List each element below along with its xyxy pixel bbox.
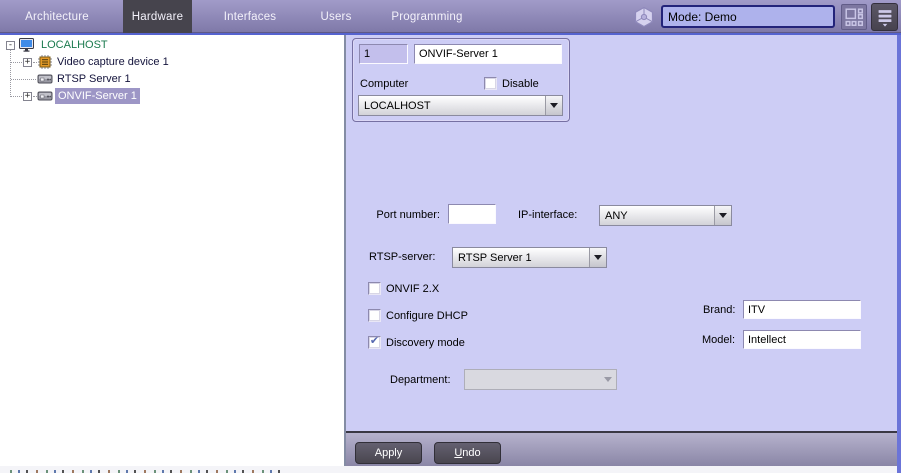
dropdown-arrow-button[interactable] [545, 96, 562, 115]
main-menu-bar: Architecture Hardware Interfaces Users P… [0, 0, 901, 33]
department-label: Department: [390, 374, 451, 386]
object-tree-panel: - LOCALHOST + Video capture device 1 [0, 35, 344, 466]
object-id-field[interactable] [359, 44, 408, 64]
configure-dhcp-label: Configure DHCP [386, 310, 468, 322]
ip-interface-value: ANY [600, 210, 714, 222]
tab-architecture[interactable]: Architecture [12, 0, 102, 33]
computer-label: Computer [360, 78, 408, 90]
tab-programming[interactable]: Programming [387, 0, 467, 33]
menu-button[interactable] [871, 3, 898, 31]
check-icon: ✔ [370, 336, 379, 347]
model-field[interactable] [743, 330, 861, 349]
expander-video-capture[interactable]: + [23, 58, 32, 67]
dropdown-arrow-button[interactable] [589, 248, 606, 267]
chevron-down-icon [604, 377, 612, 386]
settings-hex-icon[interactable] [632, 5, 656, 29]
rtsp-server-label: RTSP-server: [369, 251, 435, 263]
brand-field[interactable] [743, 300, 861, 319]
object-name-field[interactable] [414, 44, 562, 64]
chevron-down-icon [719, 213, 727, 222]
window-right-border [897, 35, 901, 473]
onvif2x-checkbox[interactable] [368, 282, 381, 295]
dropdown-arrow-button[interactable] [714, 206, 731, 225]
discovery-mode-checkbox[interactable]: ✔ [368, 336, 381, 349]
tree-item-video-capture-device[interactable]: Video capture device 1 [57, 54, 169, 70]
computer-icon [19, 37, 35, 53]
tree-connector [11, 62, 22, 63]
ip-interface-label: IP-interface: [518, 209, 577, 221]
port-number-label: Port number: [370, 209, 440, 221]
computer-dropdown[interactable]: LOCALHOST [358, 95, 563, 116]
computer-dropdown-value: LOCALHOST [359, 100, 545, 112]
settings-panel: Computer Disable LOCALHOST Port number: … [346, 35, 897, 466]
action-bar: Apply Undo [346, 431, 897, 466]
intellect-window: Architecture Hardware Interfaces Users P… [0, 0, 901, 473]
menu-icon [874, 6, 896, 28]
layout-grid-button[interactable] [841, 4, 867, 30]
server-icon [37, 71, 53, 87]
tab-hardware[interactable]: Hardware [123, 0, 192, 33]
department-dropdown [464, 369, 617, 390]
undo-button[interactable]: Undo [434, 442, 501, 464]
layout-grid-icon [843, 6, 865, 28]
disable-checkbox[interactable] [484, 77, 497, 90]
expander-onvif-server[interactable]: + [23, 92, 32, 101]
server-icon [37, 88, 53, 104]
disable-label: Disable [502, 78, 539, 90]
tree-item-rtsp-server[interactable]: RTSP Server 1 [57, 71, 131, 87]
apply-button[interactable]: Apply [355, 442, 422, 464]
mode-field[interactable] [661, 5, 835, 28]
undo-button-rest: ndo [462, 447, 480, 459]
undo-button-initial: U [454, 447, 462, 459]
discovery-mode-label: Discovery mode [386, 337, 465, 349]
expander-localhost[interactable]: - [6, 41, 15, 50]
tree-connector [11, 79, 36, 80]
chevron-down-icon [594, 255, 602, 264]
configure-dhcp-checkbox[interactable] [368, 309, 381, 322]
tab-users[interactable]: Users [312, 0, 360, 33]
rtsp-server-dropdown[interactable]: RTSP Server 1 [452, 247, 607, 268]
model-label: Model: [702, 334, 735, 346]
tree-connector [10, 49, 11, 97]
rtsp-server-value: RTSP Server 1 [453, 252, 589, 264]
brand-label: Brand: [703, 304, 735, 316]
capture-card-icon [37, 54, 53, 70]
tree-item-onvif-server[interactable]: ONVIF-Server 1 [55, 88, 140, 104]
ip-interface-dropdown[interactable]: ANY [599, 205, 732, 226]
tree-item-localhost[interactable]: LOCALHOST [41, 37, 108, 53]
tree-connector [11, 96, 22, 97]
chevron-down-icon [550, 103, 558, 112]
onvif2x-label: ONVIF 2.X [386, 283, 439, 295]
port-number-field[interactable] [448, 204, 496, 224]
dropdown-arrow-button [599, 370, 616, 389]
tab-interfaces[interactable]: Interfaces [215, 0, 285, 33]
hexagon-icon [632, 5, 656, 29]
